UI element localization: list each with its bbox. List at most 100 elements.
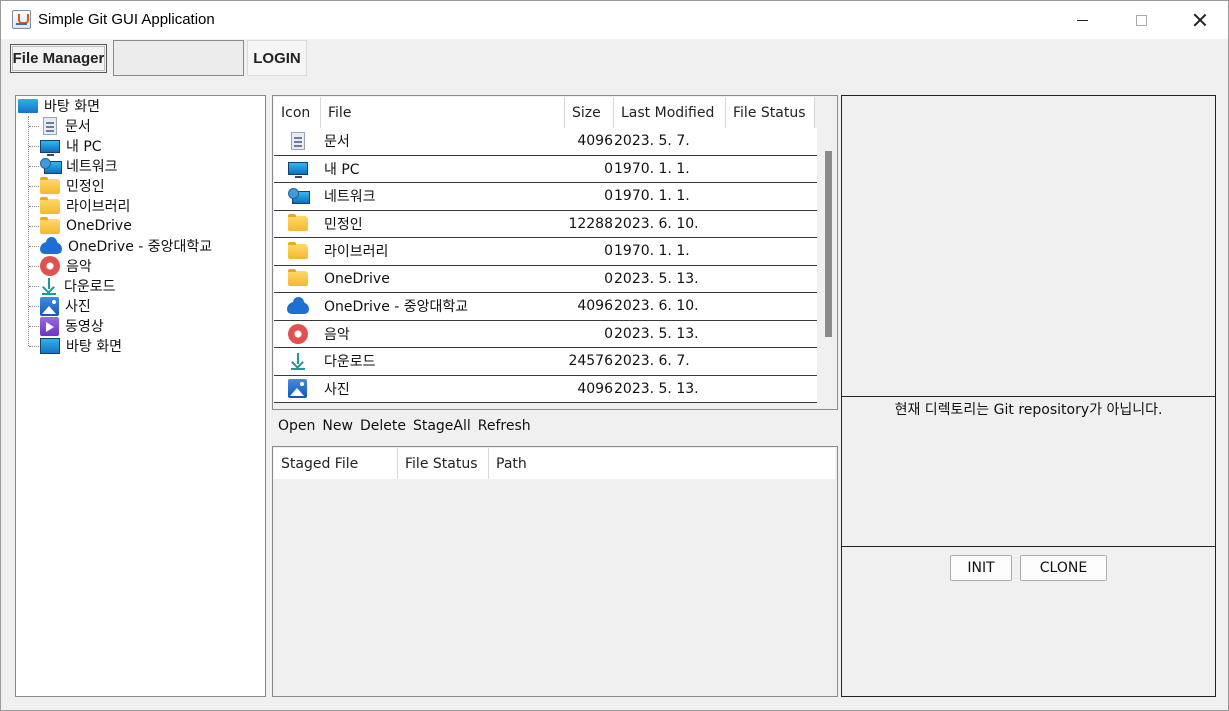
tree-item[interactable]: OneDrive - 중앙대학교 — [29, 236, 212, 256]
desktop-icon — [18, 99, 38, 113]
cell-icon — [274, 156, 321, 183]
minimize-button[interactable] — [1059, 1, 1105, 39]
cell-icon — [274, 128, 321, 155]
file-manager-button[interactable]: File Manager — [10, 44, 107, 73]
tree-item[interactable]: 사진 — [29, 296, 91, 316]
cell-icon — [274, 293, 321, 320]
file-table-scrollbar[interactable] — [820, 128, 837, 409]
tree-item-label: 네트워크 — [66, 159, 118, 175]
cell-file: 민정인 — [324, 216, 363, 233]
clone-button[interactable]: CLONE — [1020, 555, 1107, 581]
cell-size: 12288 — [568, 215, 613, 232]
init-button[interactable]: INIT — [950, 555, 1012, 581]
stage-all-action[interactable]: StageAll — [413, 418, 471, 436]
folder-icon — [40, 176, 60, 194]
cell-size: 0 — [604, 270, 613, 287]
cell-icon — [274, 183, 321, 210]
cell-icon — [274, 211, 321, 238]
tree-item[interactable]: 네트워크 — [29, 156, 118, 176]
table-row[interactable]: 사진 4096 2023. 5. 13. — [274, 375, 817, 403]
refresh-action[interactable]: Refresh — [478, 418, 531, 436]
cell-file: 내 PC — [324, 161, 360, 178]
tree-item[interactable]: 문서 — [29, 116, 91, 136]
new-action[interactable]: New — [322, 418, 353, 436]
pc-icon — [40, 139, 60, 156]
maximize-button[interactable] — [1118, 1, 1164, 39]
cell-icon — [274, 238, 321, 265]
tree-item[interactable]: 다운로드 — [29, 276, 116, 296]
cell-file: 다운로드 — [324, 354, 376, 371]
column-header-staged-status[interactable]: File Status — [398, 448, 489, 479]
table-row[interactable]: 라이브러리 0 1970. 1. 1. — [274, 238, 817, 266]
column-header-file-status[interactable]: File Status — [726, 97, 815, 128]
close-icon — [1193, 13, 1207, 27]
pc-icon — [287, 162, 308, 179]
tree-item[interactable]: 동영상 — [29, 316, 104, 336]
photo-icon — [40, 296, 59, 316]
tree-item[interactable]: OneDrive — [29, 216, 132, 236]
desktop-icon — [40, 338, 60, 354]
login-button[interactable]: LOGIN — [247, 40, 307, 76]
table-row[interactable]: 문서 4096 2023. 5. 7. — [274, 128, 817, 156]
cell-size: 4096 — [577, 133, 613, 150]
file-table-body: 문서 4096 2023. 5. 7. 내 PC 0 1970. 1. 1. 네트워크 0 19… — [274, 128, 817, 403]
tree-item[interactable]: 바탕 화면 — [29, 336, 122, 356]
table-row[interactable]: OneDrive - 중앙대학교 4096 2023. 6. 10. — [274, 293, 817, 321]
table-row[interactable]: 민정인 12288 2023. 6. 10. — [274, 210, 817, 238]
table-row[interactable]: 음악 0 2023. 5. 13. — [274, 320, 817, 348]
tree-guide-line — [29, 186, 39, 187]
column-header-size[interactable]: Size — [565, 97, 614, 128]
tree-item-label: OneDrive — [66, 218, 132, 234]
directory-tree[interactable]: 바탕 화면 문서내 PC 네트워크민정인 라이브러리 OneDrive OneDrive… — [15, 95, 266, 697]
tree-item[interactable]: 음악 — [29, 256, 92, 276]
staged-table[interactable]: Staged File File Status Path — [272, 446, 838, 697]
git-info-panel — [841, 95, 1216, 397]
cell-file: 라이브러리 — [324, 244, 389, 261]
cloud-icon — [286, 296, 309, 314]
folder-icon — [40, 216, 60, 234]
tree-item-label: 내 PC — [66, 139, 102, 155]
music-icon — [40, 256, 60, 276]
tree-item[interactable]: 라이브러리 — [29, 196, 130, 216]
folder-icon — [287, 214, 308, 232]
cell-file: OneDrive — [324, 270, 390, 287]
user-field[interactable] — [113, 40, 244, 76]
tree-guide-line — [29, 266, 39, 267]
table-row[interactable]: 내 PC 0 1970. 1. 1. — [274, 155, 817, 183]
tree-guide-line — [29, 286, 39, 287]
column-header-file[interactable]: File — [321, 97, 565, 128]
table-row[interactable]: 다운로드 24576 2023. 6. 7. — [274, 348, 817, 376]
close-button[interactable] — [1177, 1, 1223, 39]
tree-guide-line — [29, 206, 39, 207]
repo-status-message: 현재 디렉토리는 Git repository가 아닙니다. — [894, 402, 1163, 418]
table-row[interactable]: OneDrive 0 2023. 5. 13. — [274, 265, 817, 293]
cell-icon — [274, 321, 321, 348]
delete-action[interactable]: Delete — [360, 418, 406, 436]
column-header-icon[interactable]: Icon — [274, 97, 321, 128]
cell-size: 4096 — [577, 380, 613, 397]
open-action[interactable]: Open — [278, 418, 315, 436]
cell-size: 0 — [604, 243, 613, 260]
cell-icon — [274, 266, 321, 293]
tree-item[interactable]: 민정인 — [29, 176, 105, 196]
cell-file: 사진 — [324, 381, 350, 398]
repo-status-panel: 현재 디렉토리는 Git repository가 아닙니다. — [841, 396, 1216, 547]
java-app-icon — [12, 10, 31, 29]
tree-item-label: 민정인 — [66, 179, 105, 195]
file-table[interactable]: Icon File Size Last Modified File Status… — [272, 95, 838, 410]
tree-item[interactable]: 내 PC — [29, 136, 102, 156]
git-actions-panel: INIT CLONE — [841, 546, 1216, 697]
tree-guide-line — [29, 346, 39, 347]
column-header-staged-file[interactable]: Staged File — [274, 448, 398, 479]
window-title: Simple Git GUI Application — [38, 11, 215, 28]
app-window: Simple Git GUI Application File Manager … — [0, 0, 1229, 711]
scrollbar-thumb[interactable] — [825, 151, 832, 337]
table-row[interactable]: 네트워크 0 1970. 1. 1. — [274, 183, 817, 211]
tree-root[interactable]: 바탕 화면 — [18, 96, 100, 116]
tree-item-label: 바탕 화면 — [66, 339, 122, 355]
music-icon — [287, 323, 308, 344]
column-header-last-modified[interactable]: Last Modified — [614, 97, 726, 128]
tree-root-label: 바탕 화면 — [44, 99, 100, 115]
column-header-path[interactable]: Path — [489, 448, 835, 479]
tree-guide-line — [28, 116, 29, 346]
